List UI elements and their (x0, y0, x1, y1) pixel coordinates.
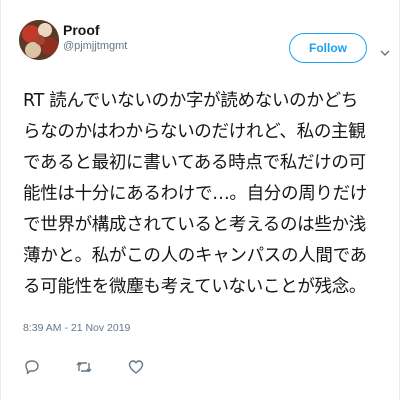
reply-icon[interactable] (23, 358, 41, 376)
author-handle[interactable]: @pjmjjtmgmt (63, 40, 127, 52)
tweet-header: Proof @pjmjjtmgmt Follow (19, 20, 391, 80)
tweet-actions (23, 358, 323, 378)
tweet-text-line: らなのかはわからないのだけれど、私の主観 (23, 122, 366, 142)
tweet-timestamp[interactable]: 8:39 AM - 21 Nov 2019 (23, 322, 130, 334)
avatar[interactable] (19, 20, 59, 60)
heart-icon[interactable] (127, 358, 145, 376)
tweet-text-line: RT 読んでいないのか字が読めないのかどち (23, 91, 358, 111)
follow-button[interactable]: Follow (289, 33, 367, 63)
chevron-down-icon[interactable] (380, 43, 390, 56)
tweet-text-line: で世界が構成されていると考えるのは些か浅 (23, 215, 366, 235)
author-display-name[interactable]: Proof (63, 22, 100, 38)
tweet-text-line: 能性は十分にあるわけで…。自分の周りだけ (23, 184, 367, 204)
tweet-text-line: 薄かと。私がこの人のキャンパスの人間であ (23, 246, 367, 266)
retweet-icon[interactable] (75, 358, 93, 376)
tweet-text: RT 読んでいないのか字が読めないのかどち らなのかはわからないのだけれど、私の… (23, 86, 393, 303)
tweet-card: Proof @pjmjjtmgmt Follow RT 読んでいないのか字が読め… (0, 0, 400, 400)
tweet-text-line: る可能性を微塵も考えていないことが残念。 (23, 277, 367, 297)
tweet-text-line: であると最初に書いてある時点で私だけの可 (23, 153, 366, 173)
